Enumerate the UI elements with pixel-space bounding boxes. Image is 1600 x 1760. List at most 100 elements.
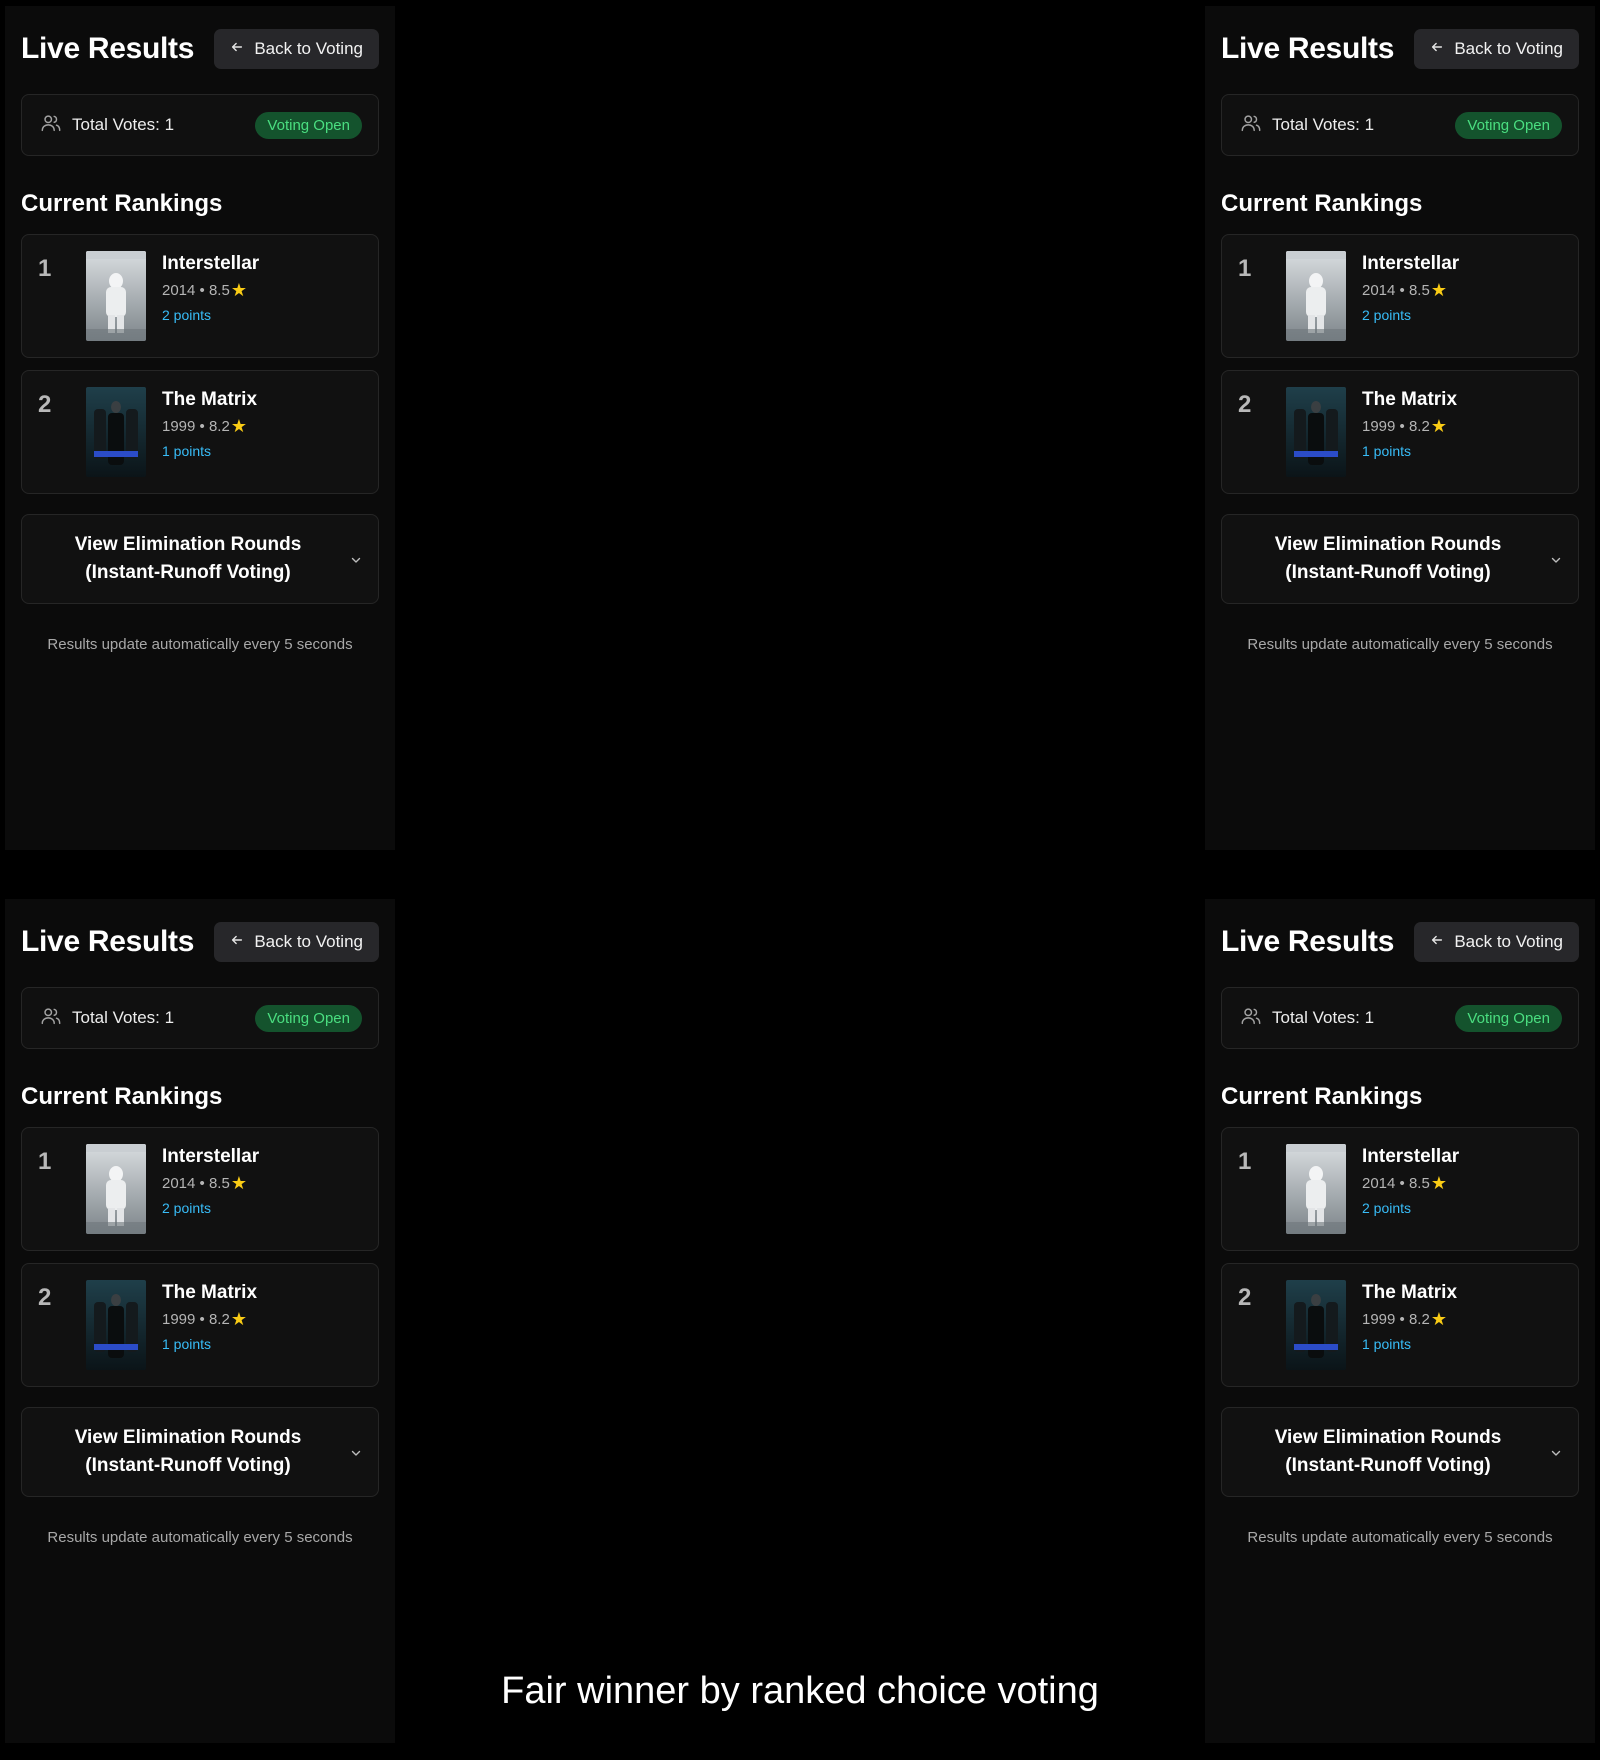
arrow-left-icon [1430,932,1444,952]
view-elimination-rounds-button[interactable]: View Elimination Rounds (Instant-Runoff … [1221,1407,1579,1497]
back-to-voting-button[interactable]: Back to Voting [214,922,379,962]
ranking-item: 1 Interstellar 2014 • 8.5 ★ 2 points [21,234,379,358]
arrow-left-icon [230,932,244,952]
total-votes-card: Total Votes: 1 Voting Open [1221,94,1579,156]
arrow-left-icon [230,39,244,59]
results-panel: Live Results Back to Voting Total Votes:… [1205,899,1595,1743]
movie-meta: 1999 • 8.2 [1362,1311,1430,1328]
back-to-voting-label: Back to Voting [254,39,363,58]
chevron-down-icon [1550,1446,1562,1458]
rank-number: 2 [1238,1284,1252,1311]
movie-poster [1286,1144,1346,1234]
status-badge: Voting Open [255,111,362,139]
total-votes-text: Total Votes: 1 [1272,1008,1375,1027]
rounds-label: View Elimination Rounds (Instant-Runoff … [74,534,302,583]
movie-poster [1286,1280,1346,1370]
star-icon: ★ [230,416,247,436]
movie-points: 2 points [162,1200,212,1216]
back-to-voting-label: Back to Voting [254,932,363,951]
movie-points: 2 points [1362,307,1412,323]
movie-title: Interstellar [1362,253,1460,274]
movie-title: The Matrix [162,389,258,410]
header: Live Results Back to Voting [1221,899,1579,985]
star-icon: ★ [230,1173,247,1193]
users-icon [40,1005,62,1032]
status-badge: Voting Open [255,1004,362,1032]
movie-points: 2 points [1362,1200,1412,1216]
ranking-item: 1 Interstellar 2014 • 8.5 ★ 2 points [21,1127,379,1251]
rounds-label: View Elimination Rounds (Instant-Runoff … [1274,534,1502,583]
movie-title: Interstellar [162,253,260,274]
movie-title: The Matrix [1362,389,1458,410]
auto-update-note: Results update automatically every 5 sec… [47,1529,353,1546]
users-icon [40,112,62,139]
users-icon [1240,112,1262,139]
page-title: Live Results [21,925,195,958]
total-votes-text: Total Votes: 1 [1272,115,1375,134]
rank-number: 2 [1238,391,1252,418]
view-elimination-rounds-button[interactable]: View Elimination Rounds (Instant-Runoff … [21,1407,379,1497]
ranking-item: 1 Interstellar 2014 • 8.5 ★ 2 points [1221,1127,1579,1251]
header: Live Results Back to Voting [21,6,379,92]
results-panel: Live Results Back to Voting Total Votes:… [5,6,395,850]
ranking-item: 2 The Matrix 1999 • 8.2 ★ 1 points [1221,1263,1579,1387]
movie-poster [1286,387,1346,477]
movie-title: The Matrix [162,1282,258,1303]
movie-points: 2 points [162,307,212,323]
total-votes-card: Total Votes: 1 Voting Open [21,987,379,1049]
header: Live Results Back to Voting [1221,6,1579,92]
chevron-down-icon [1550,553,1562,565]
back-to-voting-button[interactable]: Back to Voting [1414,29,1579,69]
ranking-item: 2 The Matrix 1999 • 8.2 ★ 1 points [21,370,379,494]
movie-points: 1 points [1362,1336,1412,1352]
movie-poster [1286,251,1346,341]
rankings-title: Current Rankings [21,1083,223,1110]
total-votes-card: Total Votes: 1 Voting Open [21,94,379,156]
auto-update-note: Results update automatically every 5 sec… [1247,1529,1553,1546]
rank-number: 1 [1238,255,1252,282]
chevron-down-icon [350,553,362,565]
star-icon: ★ [230,1309,247,1329]
rankings-title: Current Rankings [1221,190,1423,217]
movie-poster [86,1280,146,1370]
auto-update-note: Results update automatically every 5 sec… [47,636,353,653]
movie-poster [86,387,146,477]
rank-number: 1 [1238,1148,1252,1175]
page-title: Live Results [1221,32,1395,65]
back-to-voting-button[interactable]: Back to Voting [1414,922,1579,962]
star-icon: ★ [1430,280,1447,300]
view-elimination-rounds-button[interactable]: View Elimination Rounds (Instant-Runoff … [21,514,379,604]
movie-points: 1 points [162,1336,212,1352]
arrow-left-icon [1430,39,1444,59]
star-icon: ★ [1430,1173,1447,1193]
back-to-voting-label: Back to Voting [1454,39,1563,58]
movie-title: The Matrix [1362,1282,1458,1303]
star-icon: ★ [1430,416,1447,436]
status-badge: Voting Open [1455,111,1562,139]
page-title: Live Results [21,32,195,65]
movie-meta: 2014 • 8.5 [1362,282,1430,299]
page-title: Live Results [1221,925,1395,958]
rankings-title: Current Rankings [1221,1083,1423,1110]
total-votes-text: Total Votes: 1 [72,1008,175,1027]
movie-poster [86,251,146,341]
movie-meta: 2014 • 8.5 [162,282,230,299]
header: Live Results Back to Voting [21,899,379,985]
rank-number: 1 [38,255,52,282]
view-elimination-rounds-button[interactable]: View Elimination Rounds (Instant-Runoff … [1221,514,1579,604]
star-icon: ★ [230,280,247,300]
back-to-voting-button[interactable]: Back to Voting [214,29,379,69]
ranking-item: 2 The Matrix 1999 • 8.2 ★ 1 points [21,1263,379,1387]
chevron-down-icon [350,1446,362,1458]
rank-number: 2 [38,1284,52,1311]
movie-title: Interstellar [1362,1146,1460,1167]
total-votes-card: Total Votes: 1 Voting Open [1221,987,1579,1049]
total-votes-text: Total Votes: 1 [72,115,175,134]
auto-update-note: Results update automatically every 5 sec… [1247,636,1553,653]
movie-points: 1 points [1362,443,1412,459]
ranking-item: 2 The Matrix 1999 • 8.2 ★ 1 points [1221,370,1579,494]
users-icon [1240,1005,1262,1032]
movie-meta: 1999 • 8.2 [162,418,230,435]
rounds-label: View Elimination Rounds (Instant-Runoff … [1274,1427,1502,1476]
back-to-voting-label: Back to Voting [1454,932,1563,951]
